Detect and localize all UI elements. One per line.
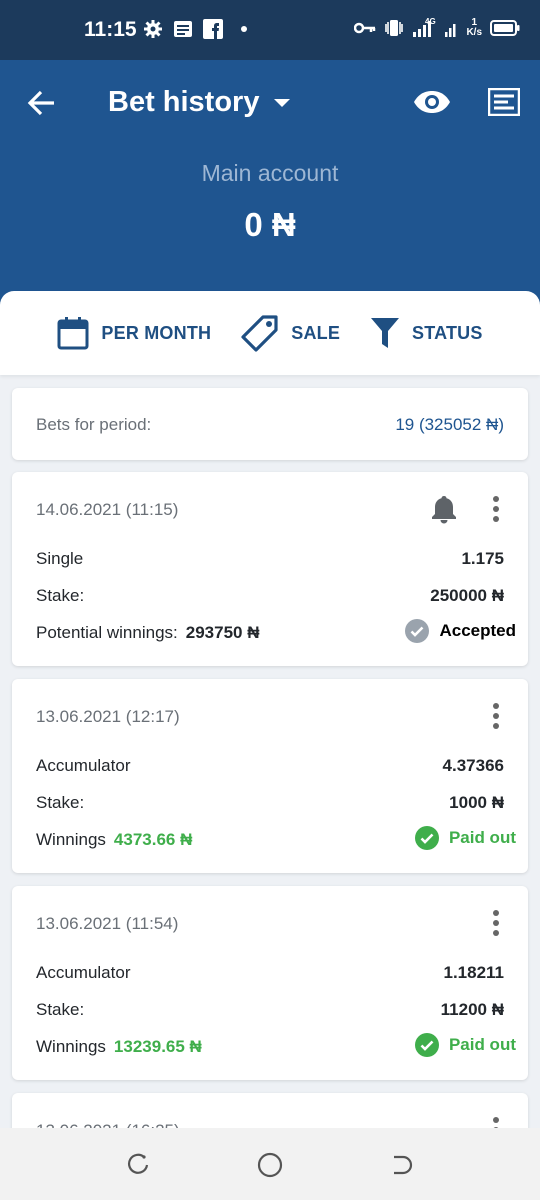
bet-status: Paid out (414, 1033, 516, 1057)
period-summary-card: Bets for period: 19 (325052 ₦) (12, 388, 528, 460)
status-system-icons: 4G 1 K/s (354, 18, 520, 38)
bet-status-text: Paid out (448, 828, 516, 847)
period-label: Bets for period: (36, 415, 152, 434)
stake-label: Stake: (36, 586, 85, 605)
bet-date: 14.06.2021 (11:15) (36, 500, 179, 519)
key-icon (354, 22, 376, 34)
sale-filter-button[interactable]: SALE (241, 314, 340, 352)
paid-check-icon (414, 1033, 439, 1057)
home-icon[interactable] (257, 1152, 283, 1178)
status-label: STATUS (412, 322, 483, 343)
network-speed: 1 K/s (466, 17, 482, 38)
bet-type: Accumulator (36, 756, 131, 775)
notification-dot-icon (241, 26, 247, 32)
bet-odds: 1.18211 (443, 963, 504, 982)
signal-secondary-icon (445, 24, 456, 37)
filter-icon (371, 318, 400, 348)
bet-status: Accepted (405, 619, 516, 643)
more-options-icon[interactable] (490, 496, 502, 522)
paid-check-icon (414, 826, 439, 850)
bet-card[interactable]: 13.06.2021 (11:54) Accumulator 1.18211 S… (12, 886, 528, 1080)
title-dropdown[interactable]: Bet history (108, 86, 291, 119)
bet-stake: 250000 ₦ (430, 586, 504, 605)
message-icon (174, 21, 192, 37)
bet-stake: 11200 ₦ (440, 1000, 504, 1019)
app-header: Bet history Main account 0 ₦ (0, 60, 540, 310)
signal-icon: 4G (413, 18, 436, 37)
per-month-label: PER MONTH (101, 322, 212, 343)
bet-date: 13.06.2021 (11:54) (36, 914, 179, 933)
recent-apps-icon[interactable] (126, 1153, 150, 1177)
bell-icon[interactable] (430, 494, 458, 524)
sale-label: SALE (291, 322, 341, 343)
bet-stake: 1000 ₦ (449, 793, 504, 812)
more-options-icon[interactable] (490, 703, 502, 729)
bet-status-text: Accepted (439, 621, 516, 640)
bet-type: Accumulator (36, 963, 131, 982)
back-arrow-icon[interactable] (26, 88, 56, 118)
facebook-icon (203, 19, 223, 39)
bet-odds: 4.37366 (442, 756, 504, 775)
bet-date: 13.06.2021 (12:17) (36, 707, 180, 726)
system-navigation-bar (0, 1128, 540, 1200)
back-gesture-icon[interactable] (390, 1153, 414, 1177)
status-notification-icons (143, 19, 247, 39)
stake-label: Stake: (36, 1000, 85, 1019)
bet-card[interactable]: 13.06.2021 (12:17) Accumulator 4.37366 S… (12, 679, 528, 873)
per-month-filter-button[interactable]: PER MONTH (57, 316, 211, 350)
status-bar: 11:15 4G 1 K/s (0, 0, 540, 60)
winnings-label: Winnings (36, 1037, 106, 1056)
winnings-amount: 293750 ₦ (185, 623, 260, 642)
network-type: 4G (425, 18, 436, 26)
more-options-icon[interactable] (490, 910, 502, 936)
caret-down-icon (274, 98, 291, 107)
bet-card[interactable]: 14.06.2021 (11:15) Single 1.175 Stake: 2… (12, 472, 528, 666)
winnings-amount: 4373.66 ₦ (113, 830, 193, 849)
tag-icon (241, 315, 278, 352)
bet-status-text: Paid out (448, 1035, 516, 1054)
bet-type: Single (36, 549, 84, 568)
vibrate-icon (385, 20, 404, 36)
period-value: 19 (325052 ₦) (395, 415, 504, 434)
filter-bar: PER MONTH SALE STATUS (0, 291, 540, 375)
eye-icon[interactable] (413, 90, 451, 114)
account-label: Main account (201, 160, 339, 186)
bet-status: Paid out (414, 826, 516, 850)
bet-odds: 1.175 (461, 549, 504, 568)
document-icon[interactable] (488, 88, 520, 116)
accepted-check-icon (405, 619, 430, 643)
winnings-label: Winnings (36, 830, 106, 849)
account-balance: 0 ₦ (244, 206, 296, 243)
winnings-label: Potential winnings: (36, 623, 178, 642)
settings-icon (144, 20, 162, 38)
status-time: 11:15 (84, 18, 137, 41)
status-filter-button[interactable]: STATUS (370, 316, 483, 350)
winnings-amount: 13239.65 ₦ (113, 1037, 202, 1056)
page-title: Bet history (108, 86, 260, 118)
calendar-icon (57, 317, 89, 350)
battery-icon (490, 20, 520, 36)
stake-label: Stake: (36, 793, 85, 812)
